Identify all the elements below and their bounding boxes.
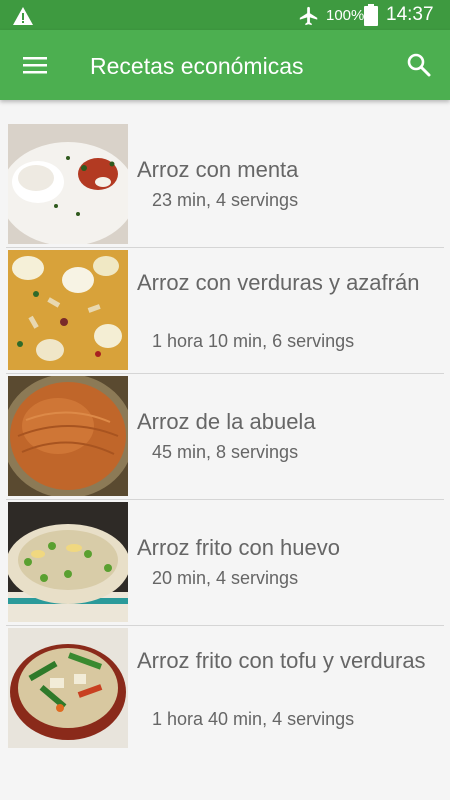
warning-icon bbox=[13, 7, 33, 25]
recipe-item-arroz-frito-con-huevo[interactable]: Arroz frito con huevo 20 min, 4 servings bbox=[6, 500, 444, 626]
status-bar: 100% 14:37 bbox=[0, 0, 450, 30]
status-time: 14:37 bbox=[386, 4, 434, 25]
recipe-meta: 23 min, 4 servings bbox=[152, 190, 299, 210]
recipe-name: Arroz frito con huevo bbox=[137, 535, 340, 560]
recipe-name: Arroz frito con tofu y verduras bbox=[137, 648, 426, 673]
recipe-item-arroz-con-menta[interactable]: Arroz con menta 23 min, 4 servings bbox=[6, 122, 444, 248]
recipe-thumbnail bbox=[8, 628, 128, 748]
airplane-mode-icon bbox=[299, 6, 318, 26]
recipe-meta: 1 hora 40 min, 4 servings bbox=[152, 709, 355, 729]
recipe-meta: 20 min, 4 servings bbox=[152, 568, 299, 588]
battery-percent: 100% bbox=[326, 7, 365, 24]
page-title: Recetas económicas bbox=[90, 53, 304, 79]
menu-icon[interactable] bbox=[23, 54, 47, 76]
recipe-thumbnail bbox=[8, 376, 128, 496]
recipe-thumbnail bbox=[8, 250, 128, 370]
recipe-name: Arroz con menta bbox=[137, 157, 299, 182]
battery-icon bbox=[364, 4, 378, 26]
recipe-item-arroz-frito-con-tofu-y-verduras[interactable]: Arroz frito con tofu y verduras 1 hora 4… bbox=[6, 626, 444, 752]
recipe-name: Arroz con verduras y azafrán bbox=[137, 270, 420, 295]
recipe-name: Arroz de la abuela bbox=[137, 409, 316, 434]
recipe-item-arroz-de-la-abuela[interactable]: Arroz de la abuela 45 min, 8 servings bbox=[6, 374, 444, 500]
recipe-meta: 45 min, 8 servings bbox=[152, 442, 299, 462]
search-icon[interactable] bbox=[406, 52, 432, 78]
recipe-thumbnail bbox=[8, 502, 128, 622]
app-bar: Recetas económicas bbox=[0, 30, 450, 100]
recipe-thumbnail bbox=[8, 124, 128, 244]
recipe-meta: 1 hora 10 min, 6 servings bbox=[152, 331, 355, 351]
recipe-item-arroz-con-verduras-y-azafran[interactable]: Arroz con verduras y azafrán 1 hora 10 m… bbox=[6, 248, 444, 374]
